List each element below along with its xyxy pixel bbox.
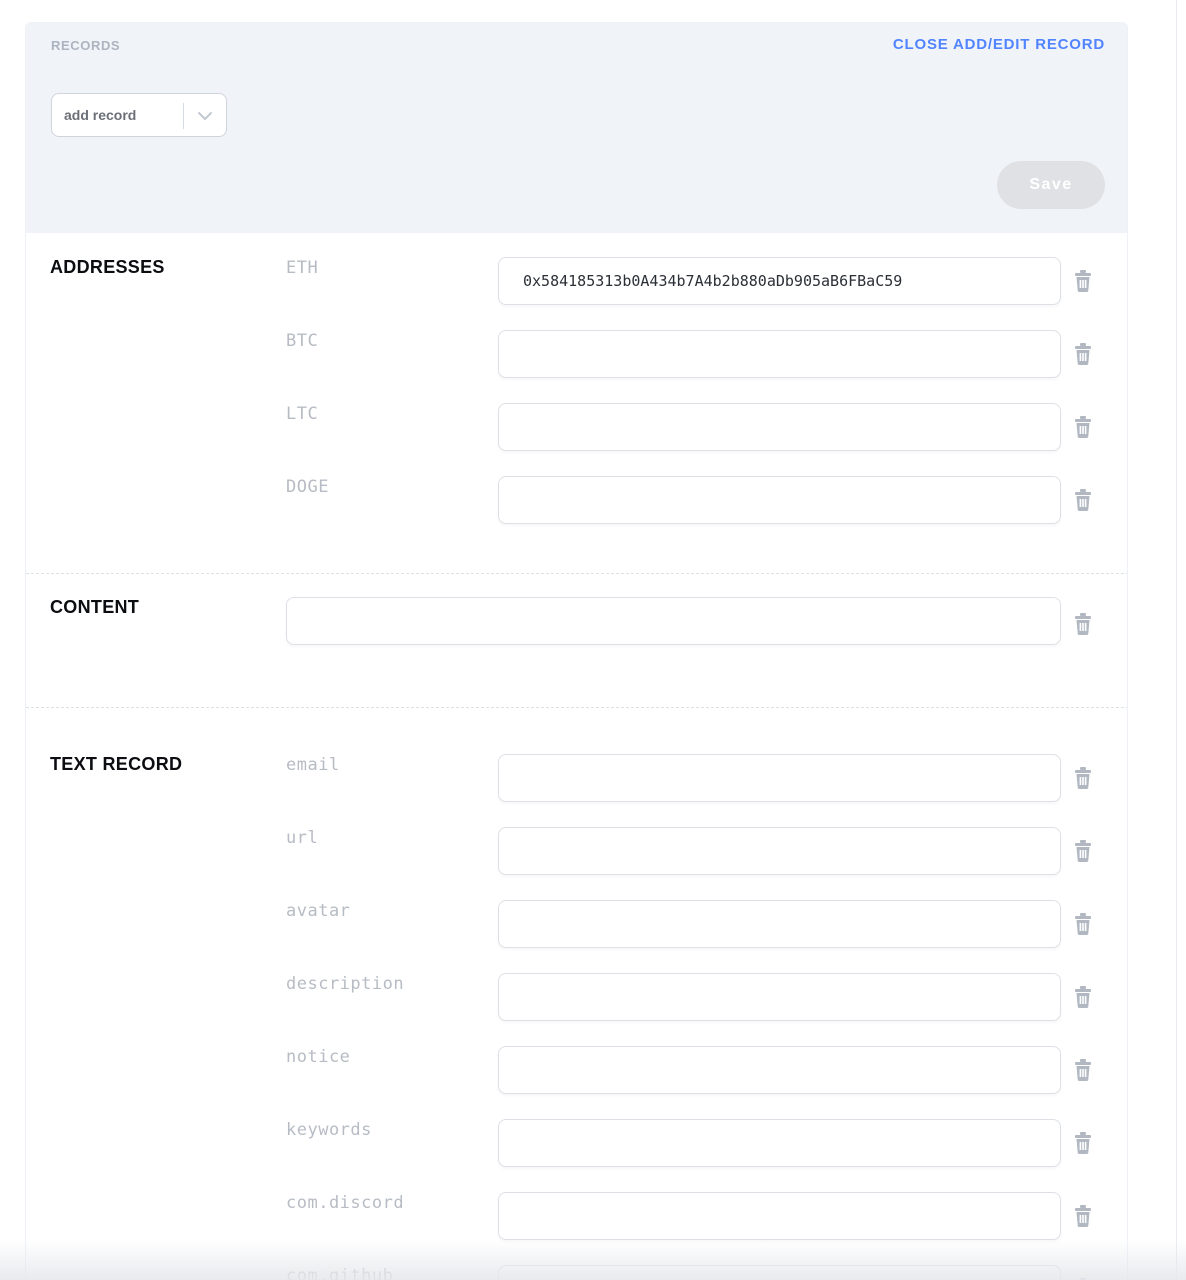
text-record-key-description: description: [286, 974, 405, 994]
trash-icon[interactable]: [1073, 1205, 1093, 1227]
trash-icon[interactable]: [1073, 489, 1093, 511]
text-record-key-notice: notice: [286, 1047, 351, 1067]
text-record-section-label: TEXT RECORD: [50, 754, 183, 774]
trash-icon[interactable]: [1073, 613, 1093, 635]
trash-icon[interactable]: [1073, 913, 1093, 935]
address-key-doge: DOGE: [286, 477, 329, 497]
text-record-key-keywords: keywords: [286, 1120, 372, 1140]
text-record-input-notice[interactable]: [498, 1046, 1061, 1094]
trash-icon[interactable]: [1073, 1059, 1093, 1081]
select-separator: [183, 103, 184, 129]
text-record-input-url[interactable]: [498, 827, 1061, 875]
text-record-key-url: url: [286, 828, 319, 848]
close-add-edit-record-link[interactable]: CLOSE ADD/EDIT RECORD: [893, 36, 1105, 53]
address-key-btc: BTC: [286, 331, 319, 351]
text-record-input-keywords[interactable]: [498, 1119, 1061, 1167]
trash-icon[interactable]: [1073, 270, 1093, 292]
text-record-key-email: email: [286, 755, 340, 775]
records-header: RECORDS CLOSE ADD/EDIT RECORD add record…: [26, 23, 1127, 233]
address-input-doge[interactable]: [498, 476, 1061, 524]
text-record-input-com-github[interactable]: [498, 1265, 1061, 1280]
address-input-btc[interactable]: [498, 330, 1061, 378]
addresses-section-label: ADDRESSES: [50, 257, 165, 277]
address-key-ltc: LTC: [286, 404, 319, 424]
trash-icon[interactable]: [1073, 840, 1093, 862]
text-record-input-com-discord[interactable]: [498, 1192, 1061, 1240]
text-record-input-description[interactable]: [498, 973, 1061, 1021]
text-record-key-com-github: com.github: [286, 1266, 394, 1280]
text-record-key-avatar: avatar: [286, 901, 351, 921]
add-record-select[interactable]: add record: [51, 93, 227, 137]
address-key-eth: ETH: [286, 258, 319, 278]
section-divider: [26, 573, 1127, 574]
trash-icon[interactable]: [1073, 416, 1093, 438]
trash-icon[interactable]: [1073, 767, 1093, 789]
text-record-input-email[interactable]: [498, 754, 1061, 802]
chevron-down-icon: [198, 112, 212, 120]
text-record-input-avatar[interactable]: [498, 900, 1061, 948]
trash-icon[interactable]: [1073, 986, 1093, 1008]
records-page: RECORDS CLOSE ADD/EDIT RECORD add record…: [0, 0, 1186, 1280]
trash-icon[interactable]: [1073, 1132, 1093, 1154]
text-record-key-com-discord: com.discord: [286, 1193, 405, 1213]
address-input-eth[interactable]: 0x584185313b0A434b7A4b2b880aDb905aB6FBaC…: [498, 257, 1061, 305]
content-section-label: CONTENT: [50, 597, 140, 617]
section-divider: [26, 707, 1127, 708]
content-input[interactable]: [286, 597, 1061, 645]
add-record-select-value: add record: [64, 107, 137, 123]
save-button[interactable]: Save: [997, 161, 1105, 209]
records-title: RECORDS: [51, 38, 121, 53]
records-card: RECORDS CLOSE ADD/EDIT RECORD add record…: [25, 22, 1128, 1280]
trash-icon[interactable]: [1073, 343, 1093, 365]
scrollbar-track[interactable]: [1176, 0, 1177, 1280]
address-input-ltc[interactable]: [498, 403, 1061, 451]
